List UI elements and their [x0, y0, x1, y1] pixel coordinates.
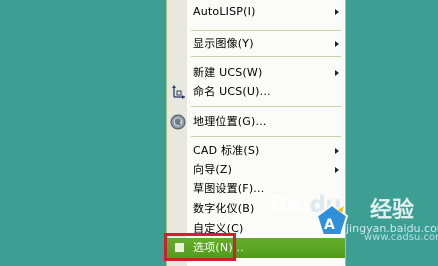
menu-item-new-ucs[interactable]: 新建 UCS(W): [167, 63, 345, 83]
menu-item-label: 新建 UCS(W): [193, 66, 263, 79]
baidu-logo-text: Bai: [270, 192, 310, 218]
submenu-arrow-icon: [335, 148, 339, 154]
menu-item-autolisp[interactable]: AutoLISP(I): [167, 2, 345, 22]
menu-separator: [191, 56, 341, 57]
menu-item-label: 显示图像(Y): [193, 37, 254, 50]
jingyan-logo-text: 经验: [370, 198, 415, 223]
menu-item-cad-standards[interactable]: CAD 标准(S): [167, 141, 345, 161]
menu-item-label: 地理位置(G)...: [193, 115, 267, 128]
site-url: www.cadsu.com: [364, 232, 438, 243]
submenu-arrow-icon: [335, 70, 339, 76]
menu-item-label: AutoLISP(I): [193, 5, 256, 18]
annotation-highlight-frame: [164, 233, 236, 261]
menu-item-wizards[interactable]: 向导(Z): [167, 160, 345, 180]
submenu-arrow-icon: [335, 167, 339, 173]
menu-item-label: CAD 标准(S): [193, 144, 260, 157]
menu-item-label: 草图设置(F)...: [193, 182, 265, 195]
ucs-axes-icon: [172, 85, 185, 99]
baidu-jingyan-watermark: Baidu 经验 A jingyan.baidu.com www.cadsu.c…: [270, 192, 438, 261]
svg-text:A: A: [324, 217, 335, 233]
menu-item-label: 数字化仪(B): [193, 202, 255, 215]
menu-item-named-ucs[interactable]: 命名 UCS(U)...: [167, 82, 345, 102]
menu-separator: [191, 106, 341, 107]
submenu-arrow-icon: [335, 9, 339, 15]
globe-icon: [170, 114, 186, 130]
menu-item-label: 命名 UCS(U)...: [193, 85, 271, 98]
menu-separator: [191, 30, 341, 31]
menu-item-geographic-location[interactable]: 地理位置(G)...: [167, 112, 345, 132]
menu-item-label: 向导(Z): [193, 163, 233, 176]
submenu-arrow-icon: [335, 41, 339, 47]
menu-separator: [191, 136, 341, 137]
menu-item-display-image[interactable]: 显示图像(Y): [167, 34, 345, 54]
